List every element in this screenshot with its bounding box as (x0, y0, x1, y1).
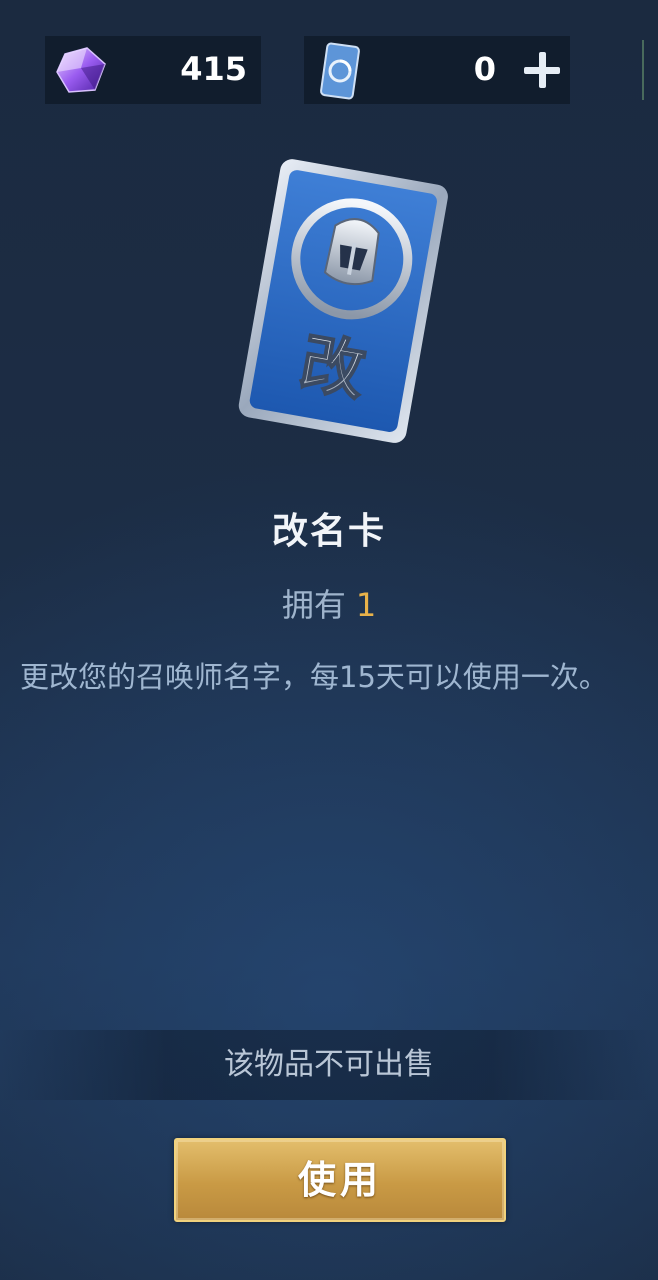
owned-label: 拥有 (281, 586, 346, 624)
item-description: 更改您的召唤师名字，每15天可以使用一次。 (20, 660, 608, 694)
owned-info: 拥有 1 (0, 580, 658, 626)
owned-count: 1 (355, 586, 377, 624)
card-glyph: 改 (295, 326, 371, 410)
item-card-art: 改 (218, 158, 468, 448)
rename-card-currency-display: 0 (304, 36, 570, 104)
gem-currency-display: 415 (45, 36, 261, 104)
rename-card-icon (320, 42, 360, 100)
use-button[interactable]: 使用 (174, 1138, 506, 1222)
add-rename-card-button[interactable] (522, 50, 562, 90)
gem-count: 415 (180, 50, 247, 88)
edge-divider (622, 36, 658, 104)
not-sellable-notice: 该物品不可出售 (0, 1030, 658, 1100)
item-name: 改名卡 (271, 511, 386, 552)
rename-card-artwork: 改 (238, 159, 448, 443)
diamond-gem-icon (56, 47, 106, 93)
rename-card-count: 0 (473, 50, 496, 88)
